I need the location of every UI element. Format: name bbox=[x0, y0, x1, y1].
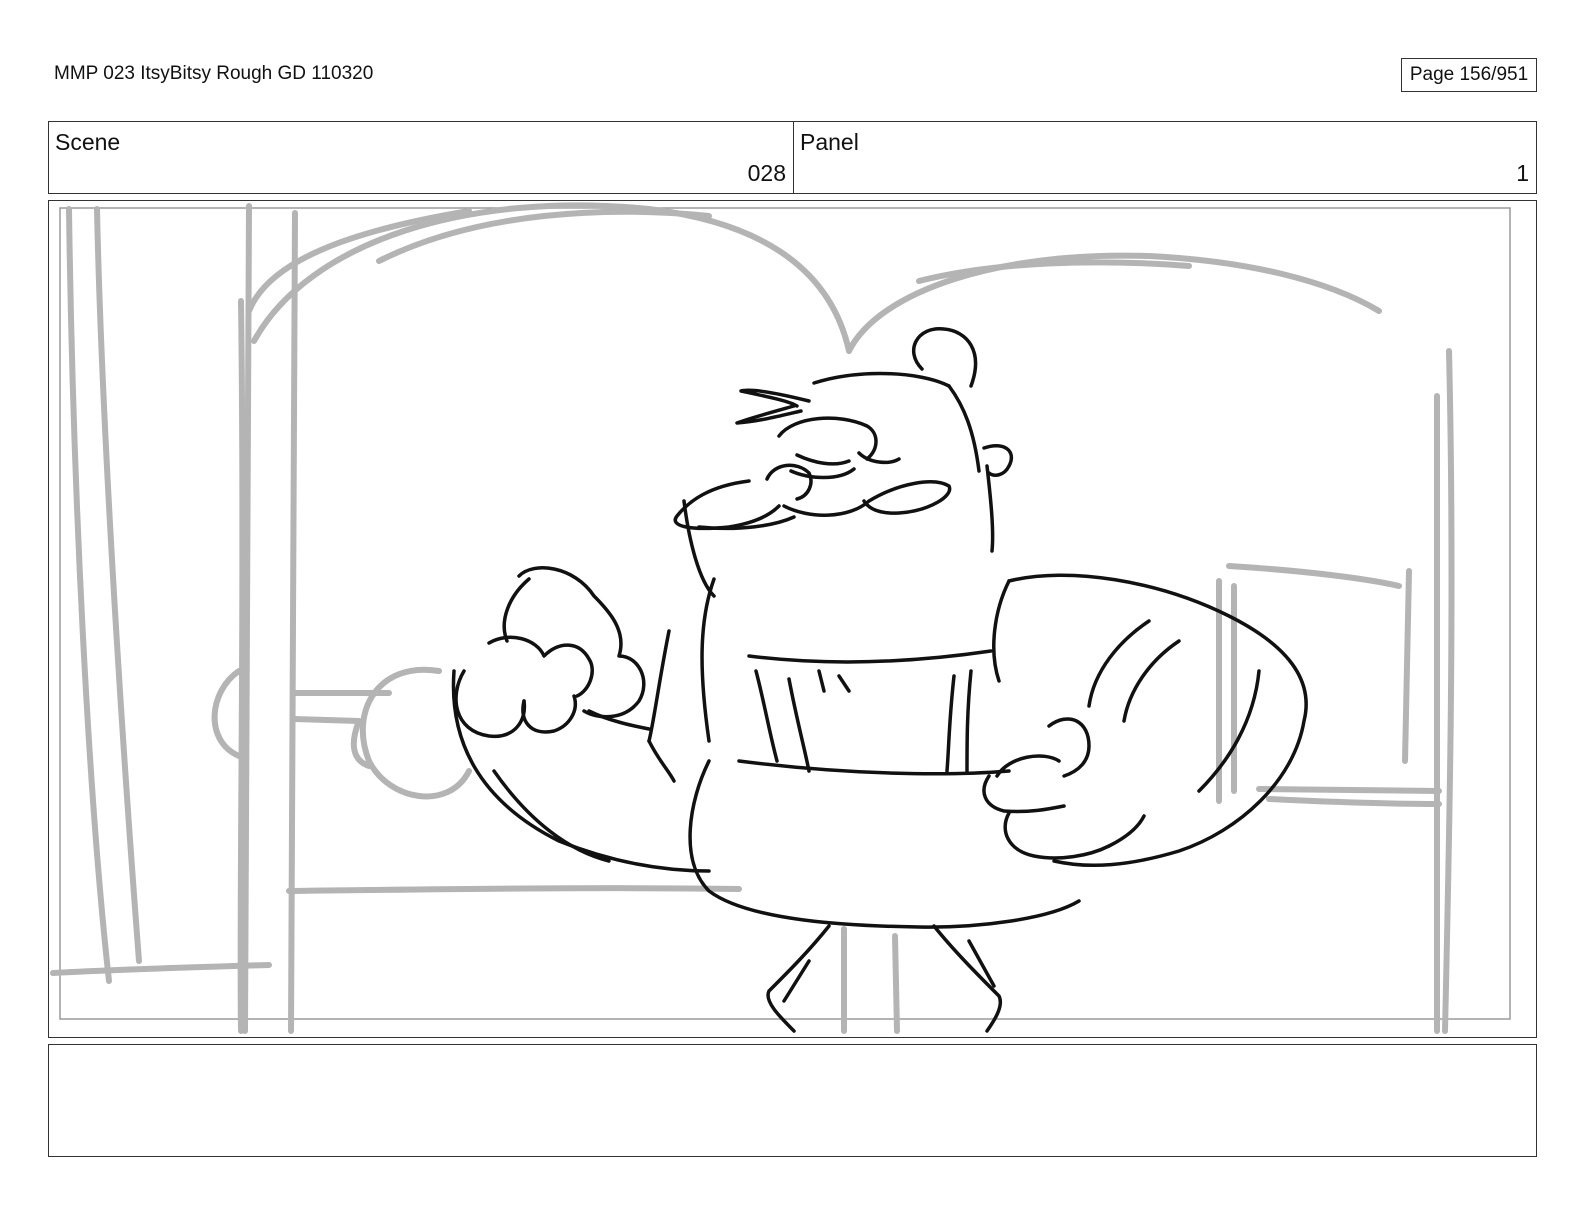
page-number-box: Page 156/951 bbox=[1401, 58, 1537, 92]
storyboard-frame bbox=[48, 200, 1537, 1038]
document-title: MMP 023 ItsyBitsy Rough GD 110320 bbox=[54, 63, 374, 84]
panel-number: 1 bbox=[1516, 160, 1529, 186]
scene-panel-header: Scene 028 Panel 1 bbox=[48, 121, 1537, 194]
safe-area-border bbox=[59, 207, 1511, 1020]
panel-cell: Panel 1 bbox=[794, 122, 1536, 193]
panel-notes-box bbox=[48, 1044, 1537, 1157]
scene-number: 028 bbox=[747, 160, 786, 186]
panel-label: Panel bbox=[800, 129, 859, 155]
background-sketch bbox=[50, 202, 1455, 1034]
page-number: Page 156/951 bbox=[1409, 64, 1529, 85]
storyboard-sketch bbox=[50, 202, 1511, 1034]
scene-cell: Scene 028 bbox=[49, 122, 794, 193]
scene-label: Scene bbox=[55, 129, 121, 155]
character-sketch bbox=[451, 327, 1308, 1033]
